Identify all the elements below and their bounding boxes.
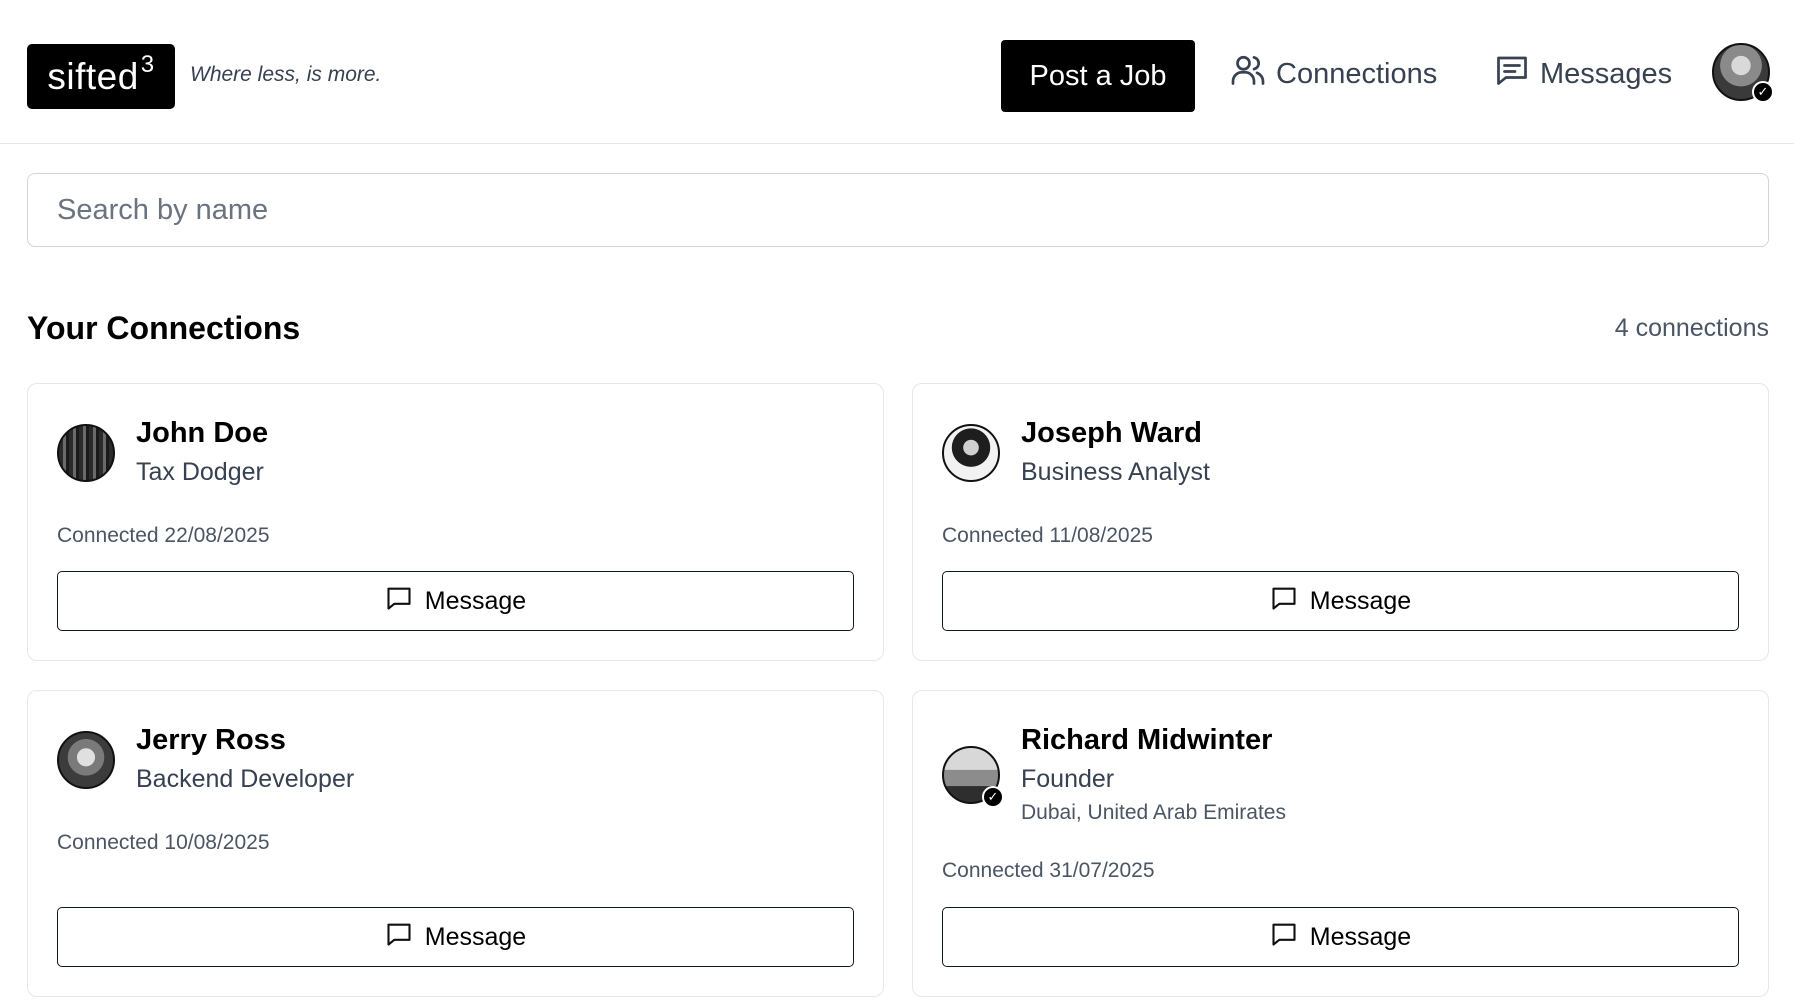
verified-badge: ✓ — [1752, 81, 1774, 103]
message-button[interactable]: Message — [942, 907, 1739, 967]
message-square-icon — [385, 920, 413, 955]
connected-date: Connected 22/08/2025 — [57, 524, 270, 547]
connection-role: Tax Dodger — [136, 458, 264, 486]
nav-messages-label: Messages — [1540, 57, 1673, 90]
connected-date: Connected 11/08/2025 — [942, 524, 1153, 547]
connection-role: Business Analyst — [1021, 458, 1210, 486]
users-icon — [1230, 52, 1266, 96]
connections-count: 4 connections — [1614, 314, 1769, 342]
message-square-icon — [385, 584, 413, 619]
message-button-label: Message — [1309, 586, 1412, 615]
connection-role: Founder — [1021, 765, 1115, 793]
connection-role: Backend Developer — [136, 765, 355, 793]
verified-badge: ✓ — [982, 786, 1004, 808]
search-input[interactable] — [27, 173, 1769, 247]
connection-card: Joseph Ward Business Analyst Connected 1… — [912, 383, 1769, 661]
connection-location: Dubai, United Arab Emirates — [1021, 801, 1286, 824]
message-button[interactable]: Message — [57, 571, 854, 631]
avatar[interactable]: ✓ — [942, 746, 1004, 808]
section-title: Your Connections — [27, 310, 301, 346]
message-button-label: Message — [424, 922, 527, 951]
message-square-text-icon — [1494, 52, 1530, 96]
connected-date: Connected 10/08/2025 — [57, 831, 270, 854]
connection-name[interactable]: Jerry Ross — [136, 724, 286, 757]
nav-connections-label: Connections — [1276, 57, 1438, 90]
logo[interactable]: sifted 3 — [27, 44, 175, 109]
logo-text: sifted — [47, 55, 139, 97]
avatar[interactable] — [57, 731, 115, 789]
connection-card: John Doe Tax Dodger Connected 22/08/2025… — [27, 383, 884, 661]
connection-card: Jerry Ross Backend Developer Connected 1… — [27, 690, 884, 997]
connection-name[interactable]: Richard Midwinter — [1021, 724, 1272, 757]
message-button-label: Message — [1309, 922, 1412, 951]
logo-superscript: 3 — [140, 50, 155, 78]
post-job-button[interactable]: Post a Job — [1001, 40, 1195, 112]
top-header: sifted 3 Where less, is more. Post a Job … — [0, 0, 1794, 144]
connection-card: ✓ Richard Midwinter Founder Dubai, Unite… — [912, 690, 1769, 997]
message-square-icon — [1270, 920, 1298, 955]
connection-name[interactable]: Joseph Ward — [1021, 417, 1202, 450]
message-button[interactable]: Message — [57, 907, 854, 967]
message-button[interactable]: Message — [942, 571, 1739, 631]
tagline: Where less, is more. — [190, 63, 382, 86]
message-button-label: Message — [424, 586, 527, 615]
avatar[interactable] — [942, 424, 1000, 482]
nav-connections[interactable]: Connections — [1230, 52, 1437, 96]
profile-avatar[interactable]: ✓ — [1712, 43, 1774, 103]
message-square-icon — [1270, 584, 1298, 619]
connected-date: Connected 31/07/2025 — [942, 859, 1155, 882]
avatar[interactable] — [57, 424, 115, 482]
connection-name[interactable]: John Doe — [136, 417, 268, 450]
nav-messages[interactable]: Messages — [1494, 52, 1672, 96]
